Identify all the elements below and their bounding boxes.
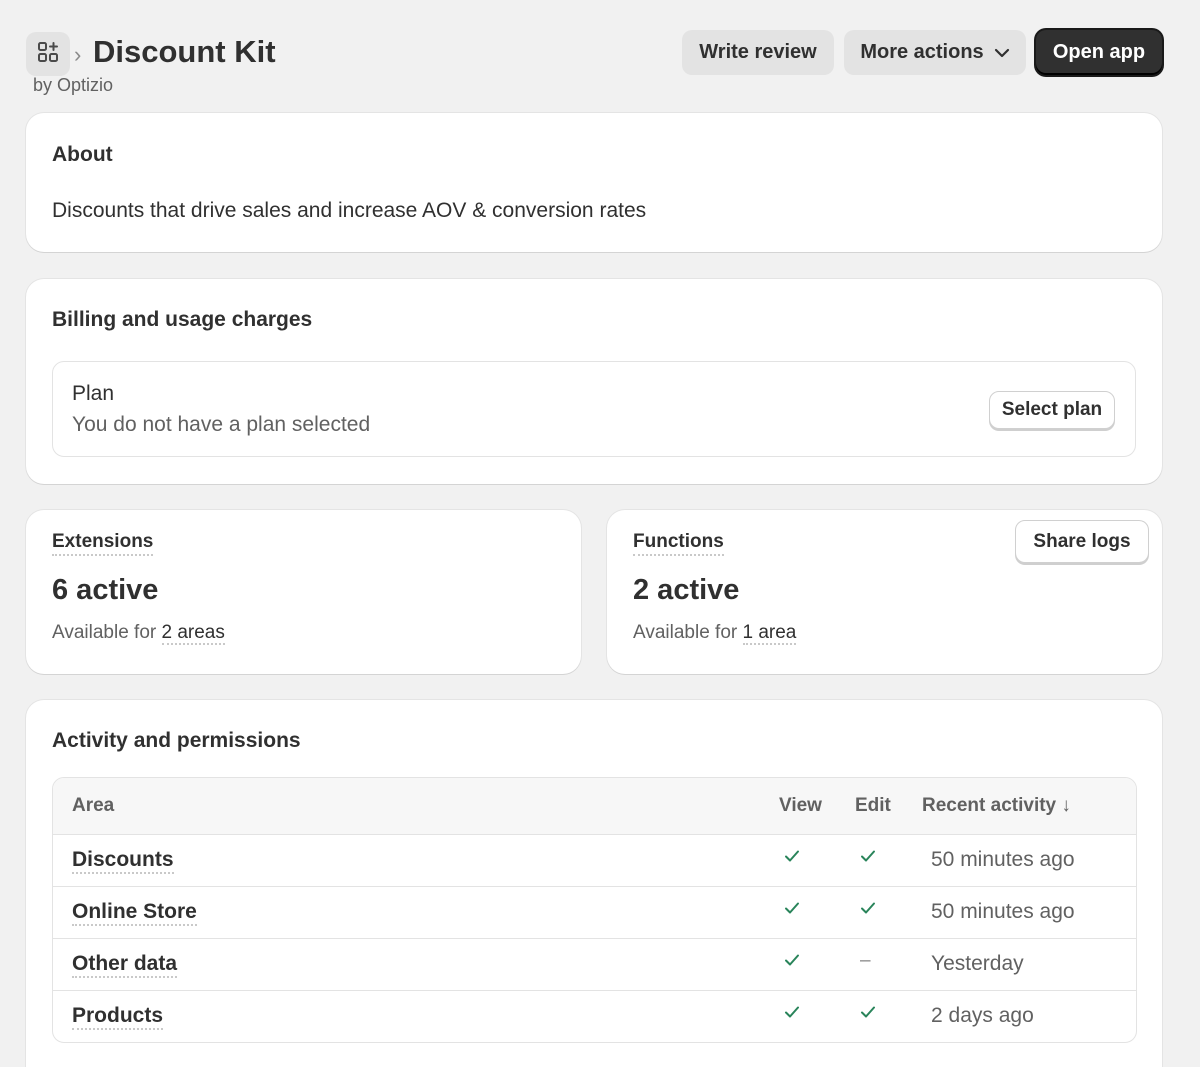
apps-icon-button[interactable] (26, 32, 70, 76)
area-name-link[interactable]: Products (72, 1004, 164, 1030)
recent-activity: 50 minutes ago (931, 848, 1075, 871)
area-name-link[interactable]: Other data (72, 952, 178, 978)
area-name-link[interactable]: Discounts (72, 848, 174, 874)
functions-available-prefix: Available for (633, 622, 738, 643)
no-permission-dash-icon: – (860, 950, 871, 971)
plan-status: You do not have a plan selected (72, 413, 371, 436)
column-edit: Edit (855, 795, 891, 816)
open-app-button[interactable]: Open app (1036, 30, 1162, 75)
share-logs-button[interactable]: Share logs (1015, 520, 1149, 563)
activity-title: Activity and permissions (52, 729, 301, 752)
table-row: Products 2 days ago (53, 991, 1136, 1042)
check-icon (784, 901, 800, 920)
column-area: Area (72, 795, 115, 816)
billing-title: Billing and usage charges (52, 308, 313, 331)
apps-icon (37, 41, 59, 68)
more-actions-button[interactable]: More actions (844, 30, 1026, 75)
select-plan-button[interactable]: Select plan (989, 391, 1115, 429)
developer-byline: by Optizio (33, 75, 114, 95)
extensions-areas-link[interactable]: 2 areas (161, 622, 225, 645)
table-header: Area View Edit Recent activity ↓ (53, 778, 1136, 835)
table-row: Other data – Yesterday (53, 939, 1136, 991)
app-details-page: › Discount Kit by Optizio Write review M… (0, 0, 1200, 1067)
functions-title[interactable]: Functions (633, 531, 724, 556)
extensions-title[interactable]: Extensions (52, 531, 154, 556)
write-review-button[interactable]: Write review (682, 30, 834, 75)
permissions-table: Area View Edit Recent activity ↓ Discoun… (52, 777, 1137, 1043)
table-row: Online Store 50 minutes ago (53, 887, 1136, 939)
check-icon (784, 953, 800, 972)
recent-activity: Yesterday (931, 952, 1024, 975)
recent-activity: 50 minutes ago (931, 900, 1075, 923)
check-icon (860, 1005, 876, 1024)
page-header: › Discount Kit by Optizio Write review M… (26, 30, 1162, 100)
page-title: Discount Kit (93, 34, 276, 69)
functions-areas-link[interactable]: 1 area (742, 622, 797, 645)
check-icon (784, 849, 800, 868)
activity-card: Activity and permissions Area View Edit … (26, 700, 1162, 1067)
about-description: Discounts that drive sales and increase … (52, 199, 647, 222)
area-name-link[interactable]: Online Store (72, 900, 197, 926)
plan-label: Plan (72, 382, 115, 405)
check-icon (860, 849, 876, 868)
chevron-down-icon (994, 41, 1010, 64)
check-icon (860, 901, 876, 920)
recent-activity: 2 days ago (931, 1004, 1034, 1027)
more-actions-label: More actions (860, 41, 984, 63)
extensions-card: Extensions 6 active Available for 2 area… (26, 510, 581, 674)
breadcrumb-chevron-icon: › (74, 42, 82, 67)
functions-count: 2 active (633, 574, 740, 606)
table-row: Discounts 50 minutes ago (53, 835, 1136, 887)
plan-box: Plan You do not have a plan selected Sel… (52, 361, 1136, 457)
column-view: View (779, 795, 822, 816)
about-card: About Discounts that drive sales and inc… (26, 113, 1162, 252)
check-icon (784, 1005, 800, 1024)
column-recent-activity[interactable]: Recent activity ↓ (922, 795, 1071, 817)
billing-card: Billing and usage charges Plan You do no… (26, 279, 1162, 484)
functions-card: Functions Share logs 2 active Available … (607, 510, 1162, 674)
functions-availability: Available for 1 area (633, 622, 797, 645)
extensions-count: 6 active (52, 574, 159, 606)
extensions-availability: Available for 2 areas (52, 622, 225, 645)
about-title: About (52, 143, 113, 166)
extensions-available-prefix: Available for (52, 622, 157, 643)
